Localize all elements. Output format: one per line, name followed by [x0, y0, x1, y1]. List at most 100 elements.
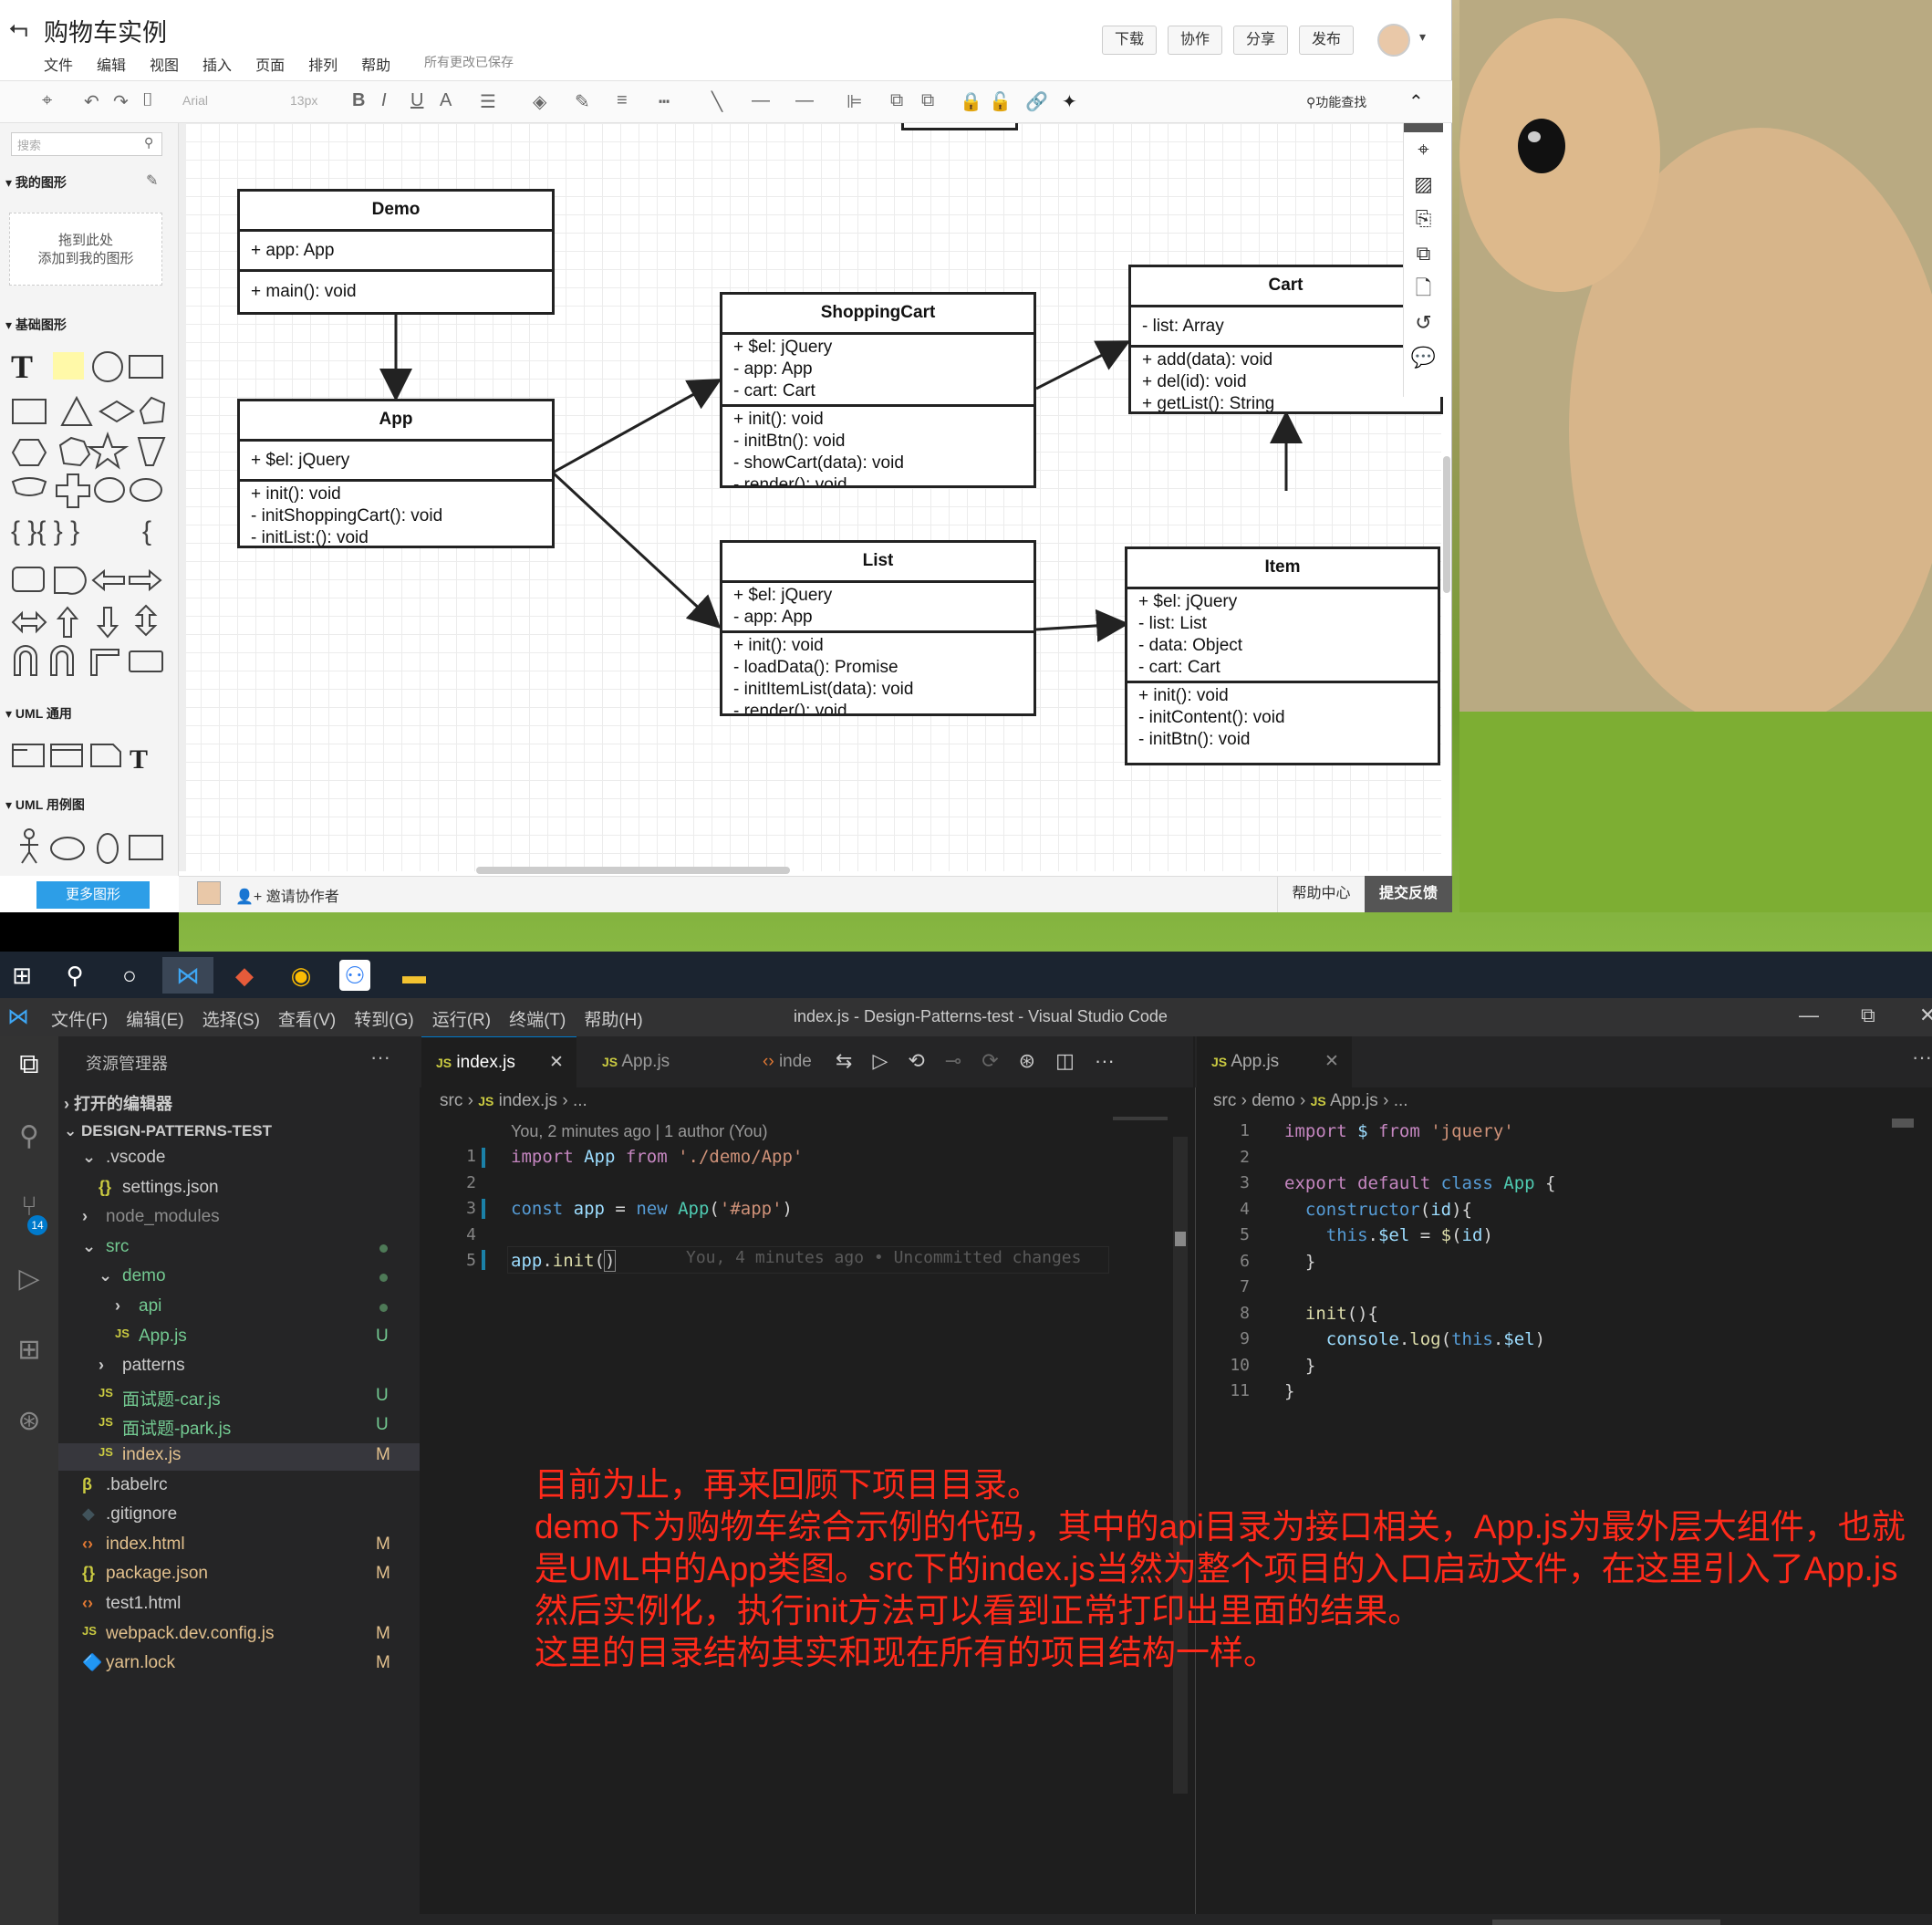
class-method: - initShoppingCart(): void — [251, 506, 443, 525]
menu-terminal[interactable]: 终端(T) — [509, 1006, 566, 1031]
tab-app-js-right[interactable]: JS App.js ✕ — [1197, 1036, 1352, 1087]
help-center-button[interactable]: 帮助中心 — [1277, 876, 1365, 912]
scrollbar-thumb[interactable] — [1175, 1232, 1186, 1246]
vscode-taskbar-icon[interactable]: ⋈ — [162, 957, 213, 994]
breadcrumb-item[interactable]: demo — [1252, 1091, 1295, 1110]
more-actions-icon[interactable]: ··· — [370, 1046, 390, 1069]
more-shapes-button[interactable]: 更多图形 — [36, 881, 150, 909]
breadcrumb: src › JS index.js › ... — [440, 1091, 587, 1110]
menu-file[interactable]: 文件(F) — [51, 1006, 108, 1031]
tab-app-js[interactable]: JS App.js — [587, 1036, 743, 1087]
breadcrumb-item[interactable]: src — [1213, 1091, 1236, 1110]
uml-class-cart[interactable]: Cart - list: Array + add(data): void + d… — [1128, 265, 1443, 414]
explorer-icon[interactable]: ⧉ — [9, 1049, 49, 1089]
cortana-icon[interactable]: ○ — [111, 957, 148, 994]
tree-item[interactable]: JS 面试题-park.js U — [58, 1413, 420, 1441]
invite-button[interactable]: 👤+ 邀请协作者 — [235, 884, 339, 906]
shoppingcart-to-cart-arrow[interactable] — [1035, 340, 1131, 390]
tree-item[interactable]: 🔷 yarn.lock M — [58, 1651, 420, 1679]
app-to-list-arrow[interactable] — [551, 471, 722, 630]
file-explorer-taskbar-icon[interactable]: ▬ — [396, 957, 432, 994]
file-icon[interactable]: 🗋 — [1404, 271, 1443, 306]
uml-class-item[interactable]: Item + $el: jQuery - list: List - data: … — [1125, 546, 1440, 765]
class-method: - initList:(): void — [251, 528, 369, 547]
git-client-taskbar-icon[interactable]: ◆ — [226, 957, 263, 994]
menu-selection[interactable]: 选择(S) — [203, 1006, 260, 1031]
tree-item[interactable]: ⌄ src — [58, 1235, 420, 1263]
minimap[interactable] — [1113, 1117, 1168, 1120]
restore-icon[interactable]: ⧉ — [1861, 1004, 1875, 1027]
next-change-icon[interactable]: ⟳ — [982, 1049, 998, 1073]
commit-icon[interactable]: ⊸ — [945, 1049, 961, 1073]
search-icon[interactable]: ⚲ — [57, 957, 93, 994]
tree-item[interactable]: JS App.js U — [58, 1325, 420, 1352]
project-section[interactable]: ⌄ DESIGN-PATTERNS-TEST — [64, 1122, 272, 1140]
tab-index-js[interactable]: JS index.js ✕ — [421, 1036, 576, 1087]
uml-class-list[interactable]: List + $el: jQuery - app: App + init(): … — [720, 540, 1036, 716]
uml-class-app[interactable]: App + $el: jQuery + init(): void - initS… — [237, 399, 555, 548]
pages-icon[interactable]: ⧉ — [1404, 236, 1443, 271]
tree-item[interactable]: › patterns — [58, 1354, 420, 1381]
tree-item[interactable]: JS 面试题-car.js U — [58, 1384, 420, 1411]
git-lens-icon[interactable]: ⊛ — [1019, 1049, 1035, 1073]
tree-item[interactable]: › node_modules — [58, 1205, 420, 1233]
feedback-button[interactable]: 提交反馈 — [1365, 876, 1452, 912]
tree-item[interactable]: ⌄ .vscode — [58, 1146, 420, 1173]
split-editor-icon[interactable]: ◫ — [1055, 1049, 1075, 1073]
menu-go[interactable]: 转到(G) — [354, 1006, 413, 1031]
list-to-item-arrow[interactable] — [1035, 609, 1129, 642]
tab-index-html[interactable]: ‹› inde — [748, 1036, 830, 1087]
more-actions-icon[interactable]: ··· — [1095, 1049, 1115, 1073]
windows-start-icon[interactable]: ⊞ — [4, 957, 40, 994]
menu-run[interactable]: 运行(R) — [432, 1006, 491, 1031]
comment-icon[interactable]: 💬 — [1404, 340, 1443, 375]
code-app-js[interactable]: import $ from 'jquery' export default cl… — [1284, 1119, 1556, 1405]
close-tab-icon[interactable]: ✕ — [1324, 1036, 1339, 1087]
open-editors-section[interactable]: › 打开的编辑器 — [64, 1091, 172, 1115]
tree-item[interactable]: {} package.json M — [58, 1562, 420, 1589]
minimize-icon[interactable]: — — [1799, 1004, 1819, 1027]
menu-edit[interactable]: 编辑(E) — [126, 1006, 183, 1031]
uml-class-demo[interactable]: Demo + app: App + main(): void — [237, 189, 555, 315]
tree-item[interactable]: {} settings.json — [58, 1176, 420, 1203]
git-graph-icon[interactable]: ⊛ — [9, 1405, 49, 1445]
tree-item[interactable]: JS webpack.dev.config.js M — [58, 1622, 420, 1649]
compare-icon[interactable]: ⇆ — [836, 1049, 852, 1073]
tree-item[interactable]: β .babelrc — [58, 1473, 420, 1501]
breadcrumb-item[interactable]: ... — [573, 1091, 587, 1110]
close-icon[interactable]: ✕ — [1919, 1004, 1932, 1027]
tree-item[interactable]: ‹› test1.html — [58, 1592, 420, 1619]
horizontal-scrollbar[interactable] — [1492, 1920, 1720, 1925]
run-debug-icon[interactable]: ▷ — [9, 1263, 49, 1303]
tree-item[interactable]: ◆ .gitignore — [58, 1503, 420, 1530]
codelens-blame[interactable]: You, 2 minutes ago | 1 author (You) — [511, 1122, 768, 1141]
breadcrumb-item[interactable]: ... — [1394, 1091, 1408, 1110]
app-to-shoppingcart-arrow[interactable] — [552, 379, 722, 474]
menu-help[interactable]: 帮助(H) — [584, 1006, 642, 1031]
more-actions-icon[interactable]: ··· — [1912, 1046, 1932, 1069]
chrome-taskbar-icon[interactable]: ◉ — [283, 957, 319, 994]
navigate-icon[interactable]: ⌖ — [1404, 132, 1443, 167]
history-icon[interactable]: ↺ — [1404, 306, 1443, 340]
tree-item[interactable]: JS index.js M — [58, 1443, 420, 1471]
format-panel-icon[interactable]: ▨ — [1404, 167, 1443, 202]
menu-view[interactable]: 查看(V) — [278, 1006, 336, 1031]
close-tab-icon[interactable]: ✕ — [549, 1037, 564, 1088]
uml-class-shoppingcart[interactable]: ShoppingCart + $el: jQuery - app: App - … — [720, 292, 1036, 488]
tree-item[interactable]: ‹› index.html M — [58, 1533, 420, 1560]
search-icon[interactable]: ⚲ — [9, 1120, 49, 1160]
extensions-icon[interactable]: ⊞ — [9, 1334, 49, 1374]
breadcrumb-item[interactable]: index.js — [499, 1091, 557, 1110]
run-icon[interactable]: ▷ — [872, 1049, 888, 1073]
drawing-app-taskbar-icon[interactable]: ⚇ — [339, 960, 370, 991]
tree-item[interactable]: › api — [58, 1295, 420, 1322]
outline-icon[interactable]: ⎘ — [1404, 202, 1443, 236]
breadcrumb-item[interactable]: App.js — [1330, 1091, 1378, 1110]
class-methods: + init(): void - initContent(): void - i… — [1127, 683, 1438, 753]
previous-change-icon[interactable]: ⟲ — [908, 1049, 924, 1073]
class-method: + init(): void — [733, 636, 824, 655]
breadcrumb-item[interactable]: src — [440, 1091, 462, 1110]
tool-strip-handle[interactable] — [1404, 123, 1443, 132]
minimap[interactable] — [1892, 1119, 1914, 1128]
tree-item[interactable]: ⌄ demo — [58, 1264, 420, 1292]
